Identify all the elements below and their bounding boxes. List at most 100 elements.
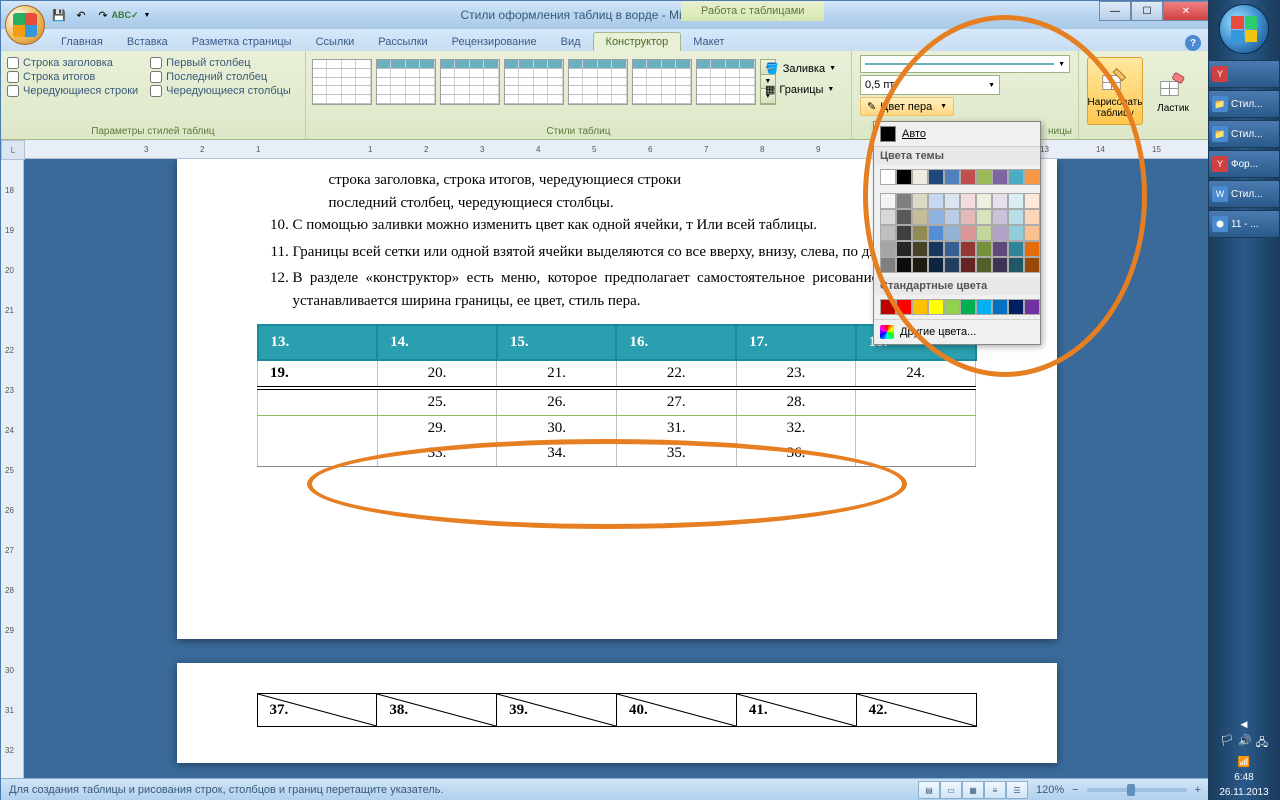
fullscreen-view-button[interactable]: ▭ — [940, 781, 962, 799]
table-style-preset[interactable] — [632, 59, 692, 105]
color-auto-option[interactable]: Авто — [874, 122, 1040, 147]
taskbar-item[interactable]: 📁Стил... — [1208, 90, 1280, 118]
taskbar-item[interactable]: Y — [1208, 60, 1280, 88]
color-swatch[interactable] — [880, 193, 896, 209]
flag-icon[interactable]: 🏳 — [1220, 734, 1234, 753]
color-swatch[interactable] — [1008, 169, 1024, 185]
color-swatch[interactable] — [944, 193, 960, 209]
color-swatch[interactable] — [992, 241, 1008, 257]
color-swatch[interactable] — [1008, 225, 1024, 241]
color-swatch[interactable] — [896, 257, 912, 273]
color-swatch[interactable] — [1024, 299, 1040, 315]
color-swatch[interactable] — [976, 193, 992, 209]
style-option-checkbox[interactable]: Строка заголовка — [7, 57, 138, 69]
color-swatch[interactable] — [1024, 169, 1040, 185]
volume-icon[interactable]: 🔊 — [1238, 734, 1252, 753]
ribbon-tab-ссылки[interactable]: Ссылки — [304, 33, 367, 51]
borders-button[interactable]: ▦Границы ▼ — [760, 80, 841, 99]
eraser-button[interactable]: Ластик — [1145, 57, 1201, 125]
style-option-checkbox[interactable]: Строка итогов — [7, 71, 138, 83]
qat-dropdown-icon[interactable]: ▼ — [137, 5, 157, 25]
color-swatch[interactable] — [928, 193, 944, 209]
zoom-slider[interactable] — [1087, 788, 1187, 792]
color-swatch[interactable] — [992, 257, 1008, 273]
color-swatch[interactable] — [880, 225, 896, 241]
web-view-button[interactable]: ▦ — [962, 781, 984, 799]
tray-expand-icon[interactable]: ◀ — [1241, 719, 1248, 730]
zoom-in-button[interactable]: + — [1195, 784, 1201, 796]
document-table-1[interactable]: 13.14.15.16.17.18. 19.20.21.22.23.24.25.… — [257, 324, 977, 467]
ruler-corner[interactable]: L — [1, 140, 25, 160]
line-weight-dropdown[interactable]: 0,5 пт▼ — [860, 75, 1000, 95]
table-style-preset[interactable] — [568, 59, 628, 105]
spellcheck-icon[interactable]: ABC✓ — [115, 5, 135, 25]
color-swatch[interactable] — [912, 169, 928, 185]
color-swatch[interactable] — [976, 225, 992, 241]
color-swatch[interactable] — [976, 257, 992, 273]
color-swatch[interactable] — [928, 241, 944, 257]
color-swatch[interactable] — [1024, 257, 1040, 273]
style-option-checkbox[interactable]: Чередующиеся столбцы — [150, 85, 291, 97]
color-swatch[interactable] — [1008, 299, 1024, 315]
style-option-checkbox[interactable]: Первый столбец — [150, 57, 291, 69]
style-option-checkbox[interactable]: Последний столбец — [150, 71, 291, 83]
color-swatch[interactable] — [944, 299, 960, 315]
color-swatch[interactable] — [896, 225, 912, 241]
color-swatch[interactable] — [944, 257, 960, 273]
color-swatch[interactable] — [912, 257, 928, 273]
color-swatch[interactable] — [880, 209, 896, 225]
ribbon-tab-вставка[interactable]: Вставка — [115, 33, 180, 51]
ribbon-tab-конструктор[interactable]: Конструктор — [593, 32, 682, 51]
print-layout-view-button[interactable]: ▤ — [918, 781, 940, 799]
pen-color-button[interactable]: ✎ Цвет пера ▼ — [860, 97, 954, 116]
color-swatch[interactable] — [1008, 241, 1024, 257]
color-swatch[interactable] — [960, 169, 976, 185]
ribbon-tab-рецензирование[interactable]: Рецензирование — [440, 33, 549, 51]
color-swatch[interactable] — [1024, 225, 1040, 241]
ribbon-tab-макет[interactable]: Макет — [681, 33, 736, 51]
color-swatch[interactable] — [928, 225, 944, 241]
taskbar-item[interactable]: 📁Стил... — [1208, 120, 1280, 148]
document-text[interactable]: строка заголовка, строка итогов, чередую… — [257, 169, 977, 312]
color-swatch[interactable] — [928, 209, 944, 225]
document-table-2[interactable]: 37.38.39.40.41.42. — [257, 693, 977, 727]
zoom-level[interactable]: 120% — [1036, 784, 1064, 796]
office-button[interactable] — [5, 5, 45, 45]
redo-icon[interactable]: ↷ — [93, 5, 113, 25]
outline-view-button[interactable]: ≡ — [984, 781, 1006, 799]
color-swatch[interactable] — [992, 169, 1008, 185]
ribbon-tab-разметка страницы[interactable]: Разметка страницы — [180, 33, 304, 51]
draft-view-button[interactable]: ☰ — [1006, 781, 1028, 799]
color-swatch[interactable] — [960, 257, 976, 273]
color-swatch[interactable] — [896, 241, 912, 257]
ribbon-tab-вид[interactable]: Вид — [549, 33, 593, 51]
ribbon-tab-главная[interactable]: Главная — [49, 33, 115, 51]
start-button[interactable] — [1219, 4, 1269, 54]
color-swatch[interactable] — [912, 299, 928, 315]
color-swatch[interactable] — [944, 225, 960, 241]
color-swatch[interactable] — [928, 299, 944, 315]
color-swatch[interactable] — [912, 241, 928, 257]
color-swatch[interactable] — [944, 241, 960, 257]
help-icon[interactable]: ? — [1185, 35, 1201, 51]
minimize-button[interactable]: — — [1099, 1, 1131, 21]
signal-icon[interactable]: 📶 — [1238, 757, 1250, 768]
color-swatch[interactable] — [1008, 193, 1024, 209]
color-swatch[interactable] — [912, 209, 928, 225]
table-style-preset[interactable] — [312, 59, 372, 105]
line-style-dropdown[interactable]: ▼ — [860, 55, 1070, 73]
color-swatch[interactable] — [880, 169, 896, 185]
style-option-checkbox[interactable]: Чередующиеся строки — [7, 85, 138, 97]
draw-table-button[interactable]: Нарисовать таблицу — [1087, 57, 1143, 125]
color-swatch[interactable] — [960, 209, 976, 225]
color-swatch[interactable] — [1024, 241, 1040, 257]
color-swatch[interactable] — [992, 225, 1008, 241]
color-swatch[interactable] — [976, 169, 992, 185]
taskbar-item[interactable]: WСтил... — [1208, 180, 1280, 208]
color-swatch[interactable] — [1024, 209, 1040, 225]
color-swatch[interactable] — [1008, 257, 1024, 273]
network-icon[interactable]: 🖧 — [1256, 734, 1268, 753]
color-swatch[interactable] — [928, 257, 944, 273]
color-swatch[interactable] — [896, 193, 912, 209]
color-swatch[interactable] — [992, 299, 1008, 315]
